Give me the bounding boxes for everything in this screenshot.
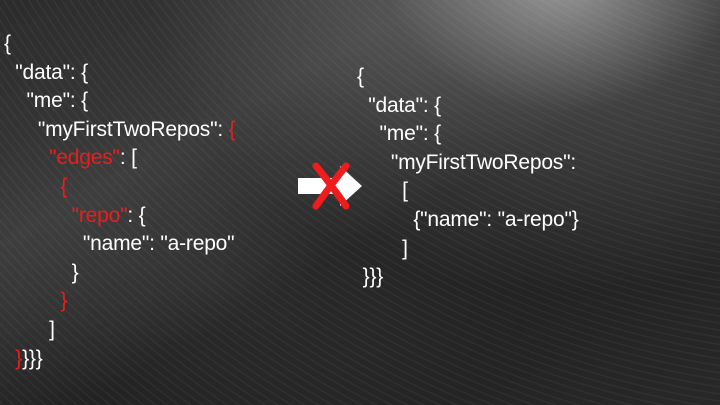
code-line: }}} [357,263,579,292]
removed-token: } [60,289,68,313]
code-line: "data": { [357,92,579,121]
code-text: [ [402,179,408,203]
code-line: { [357,63,579,92]
code-line: "edges": [ [4,144,235,173]
code-text: ] [49,317,55,341]
removed-token: "repo" [71,203,128,227]
code-text: : [ [119,146,137,170]
flattened-json-block: { "data": { "me": { "myFirstTwoRepos": [… [357,63,579,292]
code-text: { [4,32,11,55]
code-line: "myFirstTwoRepos": { [4,116,236,145]
code-line: ] [357,235,579,264]
removed-token: { [60,174,68,198]
code-text: "data": { [15,60,88,84]
code-text: } [71,260,79,284]
code-line: "me": { [4,87,235,116]
code-line: { [4,173,235,202]
code-line: } [4,259,235,288]
code-text: "myFirstTwoRepos": [390,150,576,174]
code-line: "me": { [357,120,579,149]
code-text: {"name": "a-repo"} [413,207,579,231]
code-text: "name": "a-repo" [82,232,235,256]
code-text: }}} [22,346,43,370]
removed-token: { [228,117,236,141]
code-line: } [4,287,235,316]
code-text: "data": { [368,93,441,117]
code-line: "myFirstTwoRepos": [357,149,579,178]
code-line: ] [4,316,235,345]
slide: { "data": { "me": { "myFirstTwoRepos": {… [0,0,720,405]
code-text: "myFirstTwoRepos": [37,117,229,141]
code-text: { [357,65,364,88]
code-line: "name": "a-repo" [4,230,235,259]
code-text: : { [127,203,146,227]
code-line: "data": { [4,59,235,88]
removed-token: "edges" [49,146,120,170]
code-line: [ [357,177,579,206]
source-json-block: { "data": { "me": { "myFirstTwoRepos": {… [4,30,236,374]
code-line: "repo": { [4,202,235,231]
code-line: { [4,30,235,59]
code-text: "me": { [379,122,442,146]
code-text: "me": { [26,89,89,113]
code-line: }}}} [4,345,235,374]
code-text: ] [402,236,408,260]
code-line: {"name": "a-repo"} [357,206,579,235]
code-text: }}} [362,265,384,289]
